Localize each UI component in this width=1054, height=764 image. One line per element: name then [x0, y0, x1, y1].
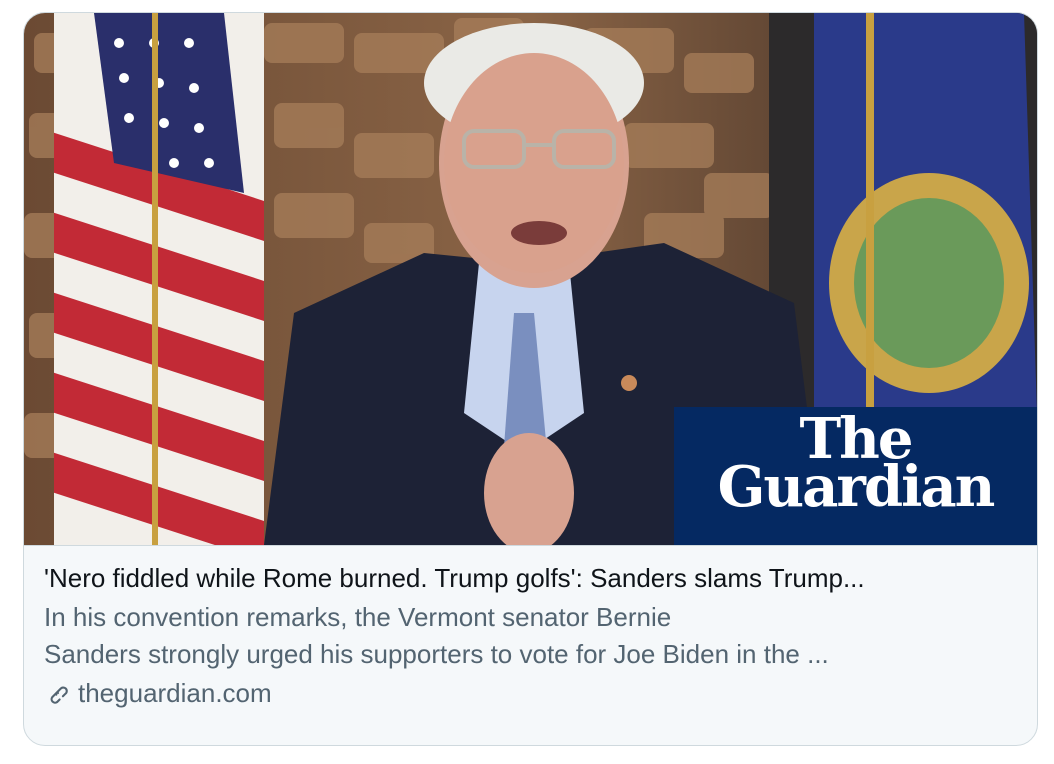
preview-image[interactable]: The Guardian [24, 13, 1037, 546]
card-info[interactable]: 'Nero fiddled while Rome burned. Trump g… [44, 561, 1017, 712]
guardian-logo: The Guardian [674, 407, 1037, 545]
card-headline[interactable]: 'Nero fiddled while Rome burned. Trump g… [44, 561, 1019, 595]
card-domain[interactable]: theguardian.com [78, 674, 272, 712]
logo-line-guardian: Guardian [717, 454, 996, 520]
link-icon [50, 686, 68, 704]
card-domain-row[interactable]: theguardian.com [44, 674, 1017, 712]
description-line-2: Sanders strongly urged his supporters to… [44, 639, 829, 669]
card-description: In his convention remarks, the Vermont s… [44, 599, 1019, 673]
link-preview-card[interactable]: The Guardian 'Nero fiddled while Rome bu… [23, 12, 1038, 746]
description-line-1: In his convention remarks, the Vermont s… [44, 602, 672, 632]
